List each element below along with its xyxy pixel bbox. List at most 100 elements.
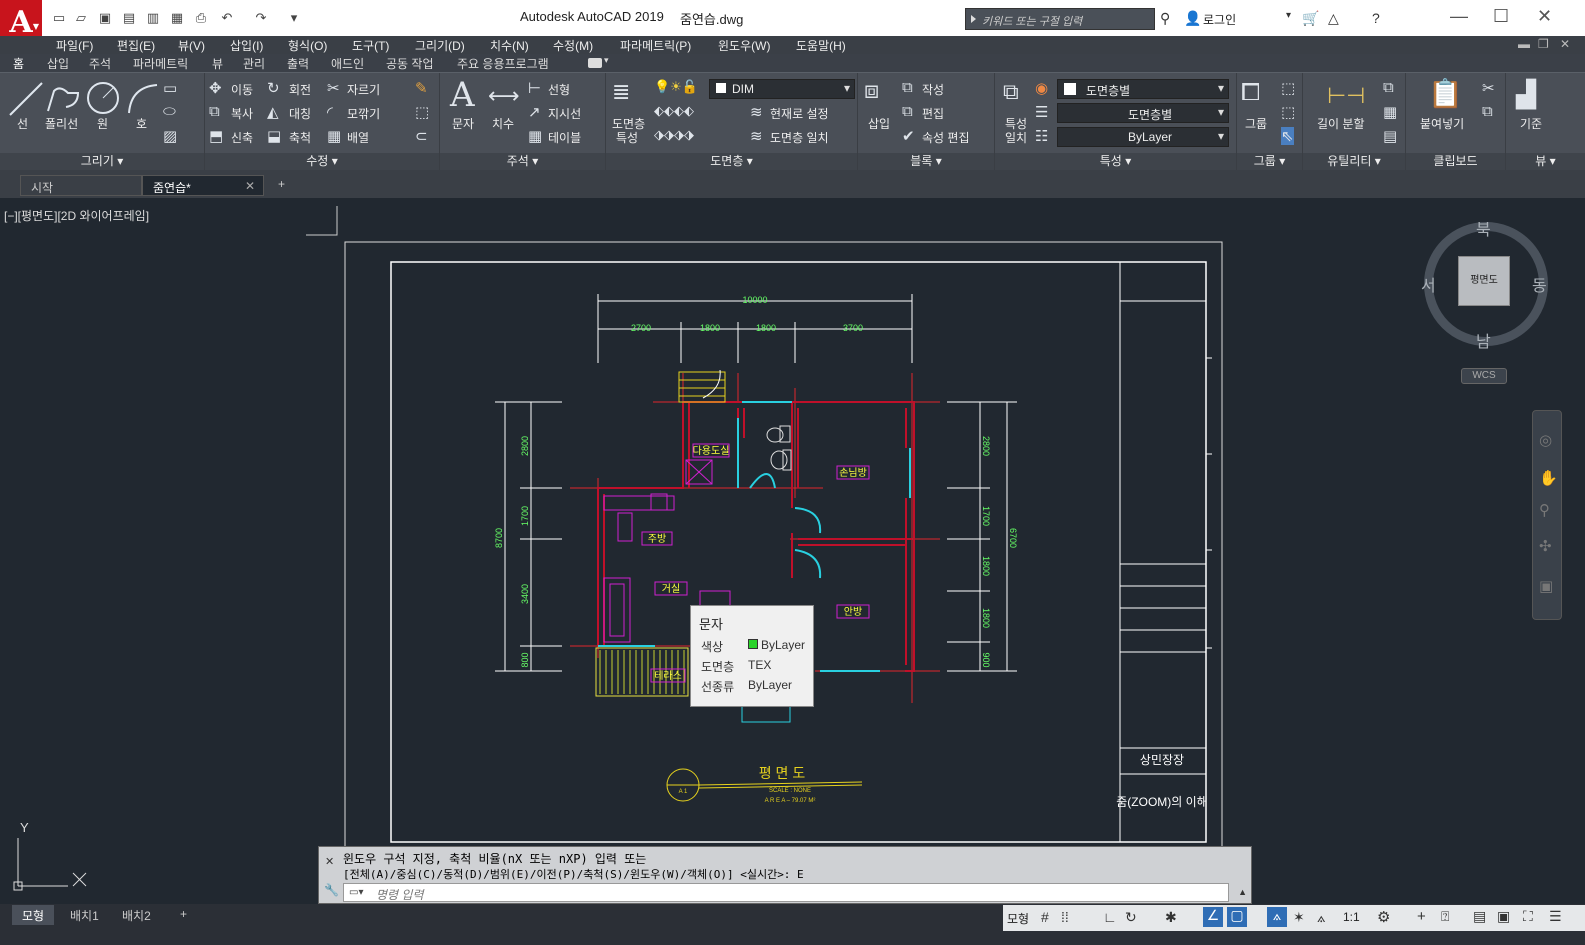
copy-icon[interactable]: ⧉ (209, 103, 220, 120)
binoculars-icon[interactable]: ⚲ (1160, 10, 1170, 27)
open-icon[interactable]: ▱ (72, 10, 90, 26)
snap-icon[interactable]: ⁞⁞ (1061, 909, 1069, 925)
polyline-icon[interactable] (46, 83, 80, 115)
pan-icon[interactable]: ✋ (1539, 469, 1558, 487)
copy-clip-icon[interactable]: ⧉ (1482, 103, 1493, 120)
layer-tools2-icons[interactable]: ⬗⬗⬗⬗ (654, 127, 694, 143)
customize-menu-icon[interactable]: ☰ (1549, 908, 1562, 925)
fullscreen-icon[interactable]: ⛶ (1523, 908, 1533, 925)
color-wheel-icon[interactable]: ◉ (1035, 79, 1048, 97)
lineweight-icon[interactable]: ☷ (1035, 127, 1048, 145)
rectangle-icon[interactable]: ▭ (163, 79, 177, 97)
panel-properties-title[interactable]: 특성 ▾ (995, 153, 1236, 171)
close-icon[interactable]: ✕ (1537, 6, 1552, 27)
doc-close-icon[interactable]: ✕ (1560, 37, 1570, 51)
create-block-icon[interactable]: ⧉ (902, 79, 913, 96)
tab-annotate[interactable]: 주석 (89, 55, 111, 72)
viewcube-south[interactable]: 남 (1476, 328, 1491, 352)
stretch-icon[interactable]: ⬒ (209, 127, 223, 145)
trim-icon[interactable]: ✂ (327, 79, 340, 97)
undo-icon[interactable]: ↶ (218, 10, 236, 26)
leader-icon[interactable]: ↗ (528, 103, 541, 121)
linetype-icon[interactable]: ☰ (1035, 103, 1048, 121)
add-layout-button[interactable]: + (170, 905, 197, 925)
ortho-icon[interactable]: ∟ (1103, 909, 1117, 925)
menu-parametric[interactable]: 파라메트릭(P) (620, 37, 691, 54)
save-icon[interactable]: ▣ (96, 10, 114, 26)
rotate-icon[interactable]: ↻ (267, 79, 280, 97)
new-icon[interactable]: ▭ (50, 10, 68, 26)
panel-groups-title[interactable]: 그룹 ▾ (1237, 153, 1302, 171)
table-label[interactable]: 테이블 (548, 129, 581, 146)
redo-icon[interactable]: ↷ (252, 10, 270, 26)
line-icon[interactable] (8, 81, 44, 117)
color-dropdown[interactable]: 도면층별 (1057, 79, 1229, 99)
viewcube-north[interactable]: 북 (1476, 216, 1491, 240)
layout-tab-layout2[interactable]: 배치2 (112, 905, 161, 925)
tab-drawing[interactable]: 줌연습* ✕ (142, 175, 264, 196)
a360-icon[interactable]: △ (1328, 10, 1339, 27)
menu-file[interactable]: 파일(F) (56, 37, 93, 54)
move-icon[interactable]: ✥ (209, 79, 222, 97)
layer-properties-icon[interactable]: ≣ (612, 79, 630, 105)
set-current-label[interactable]: 현재로 설정 (770, 105, 829, 122)
new-tab-button[interactable]: + (273, 175, 295, 196)
layer-dropdown[interactable]: DIM (709, 79, 855, 99)
command-input[interactable]: 명령 입력 (343, 883, 1229, 902)
group-select-icon[interactable]: ⇖ (1281, 127, 1294, 145)
panel-draw-title[interactable]: 그리기 ▾ (0, 153, 204, 171)
stretch-label[interactable]: 신축 (231, 129, 253, 146)
calculator-icon[interactable]: ▤ (1383, 127, 1397, 145)
group-icon[interactable]: ⧠ (1241, 79, 1260, 107)
dimension-icon[interactable]: ⟷ (488, 83, 520, 109)
erase-icon[interactable]: ✎ (415, 79, 428, 97)
polar-icon[interactable]: ↻ (1125, 909, 1137, 926)
edit-label[interactable]: 편집 (922, 105, 944, 122)
viewcube-east[interactable]: 동 (1532, 272, 1547, 296)
cart-icon[interactable]: 🛒 (1302, 10, 1319, 27)
circle-icon[interactable] (86, 81, 120, 115)
edit-block-icon[interactable]: ⧉ (902, 103, 913, 120)
rotate-label[interactable]: 회전 (289, 81, 311, 98)
orbit-icon[interactable]: ✣ (1539, 537, 1552, 555)
panel-block-title[interactable]: 블록 ▾ (858, 153, 994, 171)
explode-icon[interactable]: ⬚ (415, 103, 429, 121)
minimize-icon[interactable]: — (1450, 6, 1468, 27)
maximize-icon[interactable]: ☐ (1493, 6, 1509, 27)
clean-screen-icon[interactable]: ▣ (1497, 908, 1510, 925)
model-space-button[interactable]: 모형 (1007, 910, 1029, 927)
array-icon[interactable]: ▦ (327, 127, 341, 145)
tab-featured-apps[interactable]: 주요 응용프로그램 (457, 55, 549, 72)
fillet-icon[interactable]: ◜ (327, 103, 333, 121)
gear-icon[interactable]: ⚙ (1377, 908, 1390, 926)
ungroup-icon[interactable]: ⬚ (1281, 79, 1295, 97)
menu-modify[interactable]: 수정(M) (553, 37, 593, 54)
doc-restore-icon[interactable]: ❐ (1538, 37, 1549, 51)
panel-utilities-title[interactable]: 유틸리티 ▾ (1303, 153, 1405, 171)
ribbon-toggle-icon[interactable] (588, 58, 602, 68)
menu-window[interactable]: 윈도우(W) (718, 37, 770, 54)
trim-label[interactable]: 자르기 (347, 81, 380, 98)
create-label[interactable]: 작성 (922, 81, 944, 98)
tab-insert[interactable]: 삽입 (47, 55, 69, 72)
chevron-up-icon[interactable]: ▲ (1238, 887, 1247, 897)
edit-attribute-icon[interactable]: ✔ (902, 127, 915, 145)
hatch-pattern-icon[interactable]: ▨ (163, 127, 177, 145)
set-current-icon[interactable]: ≋ (750, 103, 763, 121)
close-icon[interactable]: ✕ (325, 855, 334, 868)
chevron-down-icon[interactable]: ▾ (1286, 10, 1291, 21)
match-layer-icon[interactable]: ≋ (750, 127, 763, 145)
mirror-label[interactable]: 대칭 (289, 105, 311, 122)
menu-help[interactable]: 도움말(H) (796, 37, 846, 54)
user-icon[interactable]: 👤 (1184, 10, 1201, 27)
layer-tools-icons[interactable]: ⬖⬖⬖⬖ (654, 103, 694, 119)
offset-icon[interactable]: ⊂ (415, 127, 428, 145)
plus-icon[interactable]: + (1417, 908, 1426, 925)
wrench-icon[interactable]: 🔧 (324, 883, 339, 897)
hardware-accel-icon[interactable]: ▤ (1473, 908, 1486, 925)
linear-label[interactable]: 선형 (548, 81, 570, 98)
web-mobile-icon[interactable]: ▥ (144, 10, 162, 26)
panel-annotation-title[interactable]: 주석 ▾ (440, 153, 605, 171)
auto-scale-icon[interactable]: ✶ (1293, 909, 1305, 926)
lineweight-dropdown[interactable]: ByLayer (1057, 127, 1229, 147)
